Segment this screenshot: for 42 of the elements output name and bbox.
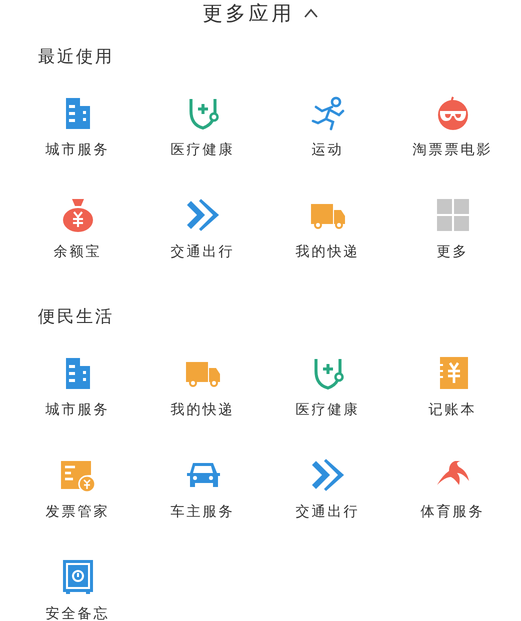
app-label: 运动 xyxy=(312,141,344,159)
app-label: 体育服务 xyxy=(420,503,484,521)
app-shortcut[interactable]: 安全备忘 xyxy=(15,547,140,621)
page-title: 更多应用 xyxy=(202,0,294,26)
app-label: 发票管家 xyxy=(46,503,110,521)
double-chevron-icon xyxy=(184,197,220,233)
chevron-up-icon[interactable] xyxy=(302,8,318,18)
app-label: 淘票票电影 xyxy=(412,141,492,159)
app-label: 医疗健康 xyxy=(296,401,360,419)
app-label: 城市服务 xyxy=(46,401,110,419)
app-shortcut[interactable]: 车主服务 xyxy=(140,445,265,547)
app-shortcut[interactable]: 记账本 xyxy=(390,343,515,445)
app-label: 医疗健康 xyxy=(170,141,234,159)
app-shortcut[interactable]: 我的快递 xyxy=(265,185,390,287)
app-label: 我的快递 xyxy=(170,401,234,419)
app-label: 更多 xyxy=(436,243,468,261)
app-label: 安全备忘 xyxy=(46,605,110,621)
app-shortcut[interactable]: 医疗健康 xyxy=(265,343,390,445)
double-chevron-icon xyxy=(310,457,346,493)
app-shortcut[interactable]: 运动 xyxy=(265,83,390,185)
app-label: 交通出行 xyxy=(296,503,360,521)
app-shortcut[interactable]: 更多 xyxy=(390,185,515,287)
app-shortcut[interactable]: 城市服务 xyxy=(15,83,140,185)
app-shortcut[interactable]: 发票管家 xyxy=(15,445,140,547)
app-shortcut[interactable]: 余额宝 xyxy=(15,185,140,287)
runner-icon xyxy=(310,95,346,131)
app-label: 余额宝 xyxy=(54,243,102,261)
app-label: 交通出行 xyxy=(170,243,234,261)
app-label: 记账本 xyxy=(428,401,476,419)
app-shortcut[interactable]: 体育服务 xyxy=(390,445,515,547)
grid-icon xyxy=(434,197,470,233)
app-shortcut[interactable]: 我的快递 xyxy=(140,343,265,445)
app-label: 城市服务 xyxy=(46,141,110,159)
app-shortcut[interactable]: 城市服务 xyxy=(15,343,140,445)
section-title: 便民生活 xyxy=(37,306,115,329)
app-label: 我的快递 xyxy=(296,243,360,261)
app-shortcut[interactable]: 医疗健康 xyxy=(140,83,265,185)
app-shortcut[interactable]: 交通出行 xyxy=(140,185,265,287)
app-shortcut[interactable]: 淘票票电影 xyxy=(390,83,515,185)
app-label: 车主服务 xyxy=(170,503,234,521)
section-title: 最近使用 xyxy=(37,46,115,69)
app-shortcut[interactable]: 交通出行 xyxy=(265,445,390,547)
